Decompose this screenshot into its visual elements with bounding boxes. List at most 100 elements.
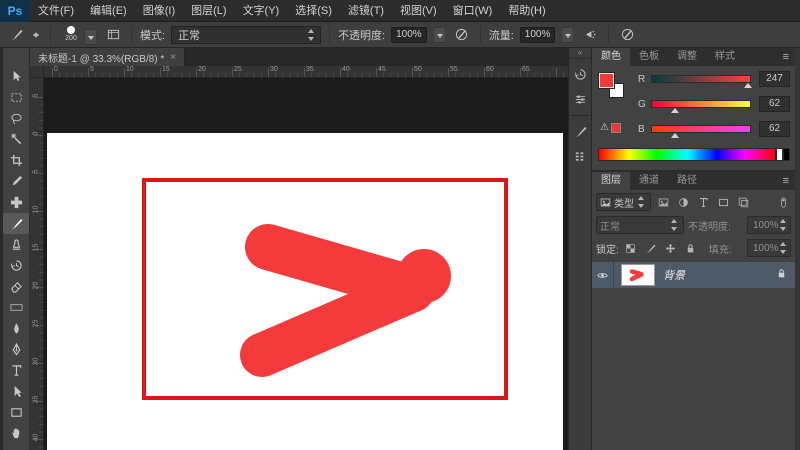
menu-layer[interactable]: 图层(L)	[183, 0, 234, 22]
layer-blend-mode-select[interactable]: 正常	[596, 216, 684, 234]
layer-row-background[interactable]: 背景	[592, 262, 795, 288]
layer-opacity-input[interactable]: 100%	[747, 216, 791, 234]
brush-panel-icon[interactable]	[570, 121, 590, 141]
lasso-tool[interactable]	[3, 108, 29, 129]
tab-adjustments[interactable]: 调整	[668, 48, 706, 66]
flow-input[interactable]: 100%	[520, 27, 556, 43]
filter-smart-object-icon[interactable]	[735, 194, 751, 210]
lock-pixels-icon[interactable]	[643, 240, 659, 256]
quick-selection-tool[interactable]	[3, 129, 29, 150]
lock-position-icon[interactable]	[663, 240, 679, 256]
properties-panel-icon[interactable]	[570, 89, 590, 109]
menu-help[interactable]: 帮助(H)	[500, 0, 553, 22]
brush-presets-panel-icon[interactable]	[570, 146, 590, 166]
filter-kind-select[interactable]: 类型	[596, 193, 651, 211]
clone-stamp-tool[interactable]	[3, 234, 29, 255]
gradient-tool[interactable]	[3, 297, 29, 318]
tab-paths[interactable]: 路径	[668, 172, 706, 190]
ruler-label: 5	[33, 167, 40, 177]
flow-dropdown-icon[interactable]	[561, 27, 574, 43]
filter-toggle-icon[interactable]	[775, 194, 791, 210]
airbrush-icon[interactable]	[580, 25, 600, 45]
pressure-opacity-icon[interactable]	[452, 25, 472, 45]
toggle-brush-panel-button[interactable]	[103, 25, 123, 45]
type-tool[interactable]	[3, 360, 29, 381]
filter-pixel-icon[interactable]	[655, 194, 671, 210]
shape-tool[interactable]	[3, 402, 29, 423]
brush-tool[interactable]	[3, 213, 29, 234]
brush-preset-dropdown-icon[interactable]	[84, 29, 97, 45]
menu-edit[interactable]: 编辑(E)	[82, 0, 135, 22]
tab-styles[interactable]: 样式	[706, 48, 744, 66]
blend-mode-select[interactable]: 正常	[171, 26, 321, 44]
green-slider-thumb-icon[interactable]	[671, 108, 679, 113]
move-tool[interactable]	[3, 66, 29, 87]
healing-brush-tool[interactable]	[3, 192, 29, 213]
lock-transparency-icon[interactable]	[623, 240, 639, 256]
menu-filter[interactable]: 滤镜(T)	[340, 0, 392, 22]
eraser-tool[interactable]	[3, 276, 29, 297]
menu-select[interactable]: 选择(S)	[287, 0, 340, 22]
eyedropper-tool[interactable]	[3, 171, 29, 192]
opacity-input[interactable]: 100%	[391, 27, 427, 43]
horizontal-ruler: 0 5 10 15 20 25 30 35 40 45 50 55 60 65	[44, 66, 568, 78]
ruler-origin-corner[interactable]	[30, 66, 44, 78]
foreground-color-swatch[interactable]	[599, 73, 614, 88]
hand-tool[interactable]	[3, 423, 29, 444]
lock-all-icon[interactable]	[683, 240, 699, 256]
blue-slider[interactable]	[651, 125, 751, 133]
brush-preset-picker[interactable]: 200	[59, 25, 97, 45]
layer-thumbnail[interactable]	[621, 264, 655, 286]
menu-view[interactable]: 视图(V)	[392, 0, 445, 22]
pressure-size-icon[interactable]	[617, 25, 637, 45]
fill-input[interactable]: 100%	[747, 239, 791, 257]
layer-thumbnail-stroke	[622, 265, 654, 285]
blue-value-input[interactable]: 62	[759, 121, 790, 137]
spectrum-black-swatch[interactable]	[783, 148, 790, 161]
crop-tool[interactable]	[3, 150, 29, 171]
filter-adjustment-icon[interactable]	[675, 194, 691, 210]
tab-swatches[interactable]: 色板	[630, 48, 668, 66]
filter-type-icon[interactable]	[695, 194, 711, 210]
tab-color[interactable]: 颜色	[592, 48, 630, 66]
tab-layers[interactable]: 图层	[592, 172, 630, 190]
red-slider-thumb-icon[interactable]	[744, 83, 752, 88]
gamut-warning: ⚠	[600, 122, 621, 133]
layer-name[interactable]: 背景	[663, 267, 685, 283]
color-spectrum-bar[interactable]	[598, 148, 776, 161]
green-value-input[interactable]: 62	[759, 96, 790, 112]
close-tab-icon[interactable]: ×	[170, 52, 176, 63]
document-tab[interactable]: 未标题-1 @ 33.3%(RGB/8) * ×	[30, 48, 185, 66]
menu-type[interactable]: 文字(Y)	[235, 0, 288, 22]
layer-visibility-toggle[interactable]	[592, 262, 614, 288]
brush-tool-preset-button[interactable]	[6, 25, 26, 45]
spectrum-white-swatch[interactable]	[776, 148, 783, 161]
red-value-input[interactable]: 247	[759, 71, 790, 87]
tool-preset-arrow-icon[interactable]	[32, 31, 42, 39]
menu-file[interactable]: 文件(F)	[30, 0, 82, 22]
history-brush-tool[interactable]	[3, 255, 29, 276]
expand-dock-icon[interactable]: «	[569, 48, 591, 59]
path-selection-tool[interactable]	[3, 381, 29, 402]
ruler-label: 40	[342, 66, 350, 73]
red-slider[interactable]	[651, 75, 751, 83]
panel-menu-icon[interactable]: ≡	[783, 51, 795, 63]
marquee-tool[interactable]	[3, 87, 29, 108]
green-slider[interactable]	[651, 100, 751, 108]
menu-window[interactable]: 窗口(W)	[445, 0, 501, 22]
opacity-dropdown-icon[interactable]	[433, 27, 446, 43]
ruler-label: 10	[33, 205, 40, 215]
filter-shape-icon[interactable]	[715, 194, 731, 210]
history-panel-icon[interactable]	[570, 64, 590, 84]
gamut-color-swatch[interactable]	[611, 123, 621, 133]
blur-tool[interactable]	[3, 318, 29, 339]
menu-bar: Ps 文件(F) 编辑(E) 图像(I) 图层(L) 文字(Y) 选择(S) 滤…	[0, 0, 800, 22]
color-panel-tabs: 颜色 色板 调整 样式 ≡	[592, 48, 795, 66]
document-canvas[interactable]	[47, 133, 563, 450]
pen-tool[interactable]	[3, 339, 29, 360]
blue-slider-thumb-icon[interactable]	[671, 133, 679, 138]
tab-channels[interactable]: 通道	[630, 172, 668, 190]
canvas-viewport[interactable]	[44, 78, 568, 450]
panel-menu-icon[interactable]: ≡	[783, 175, 795, 187]
menu-image[interactable]: 图像(I)	[135, 0, 183, 22]
